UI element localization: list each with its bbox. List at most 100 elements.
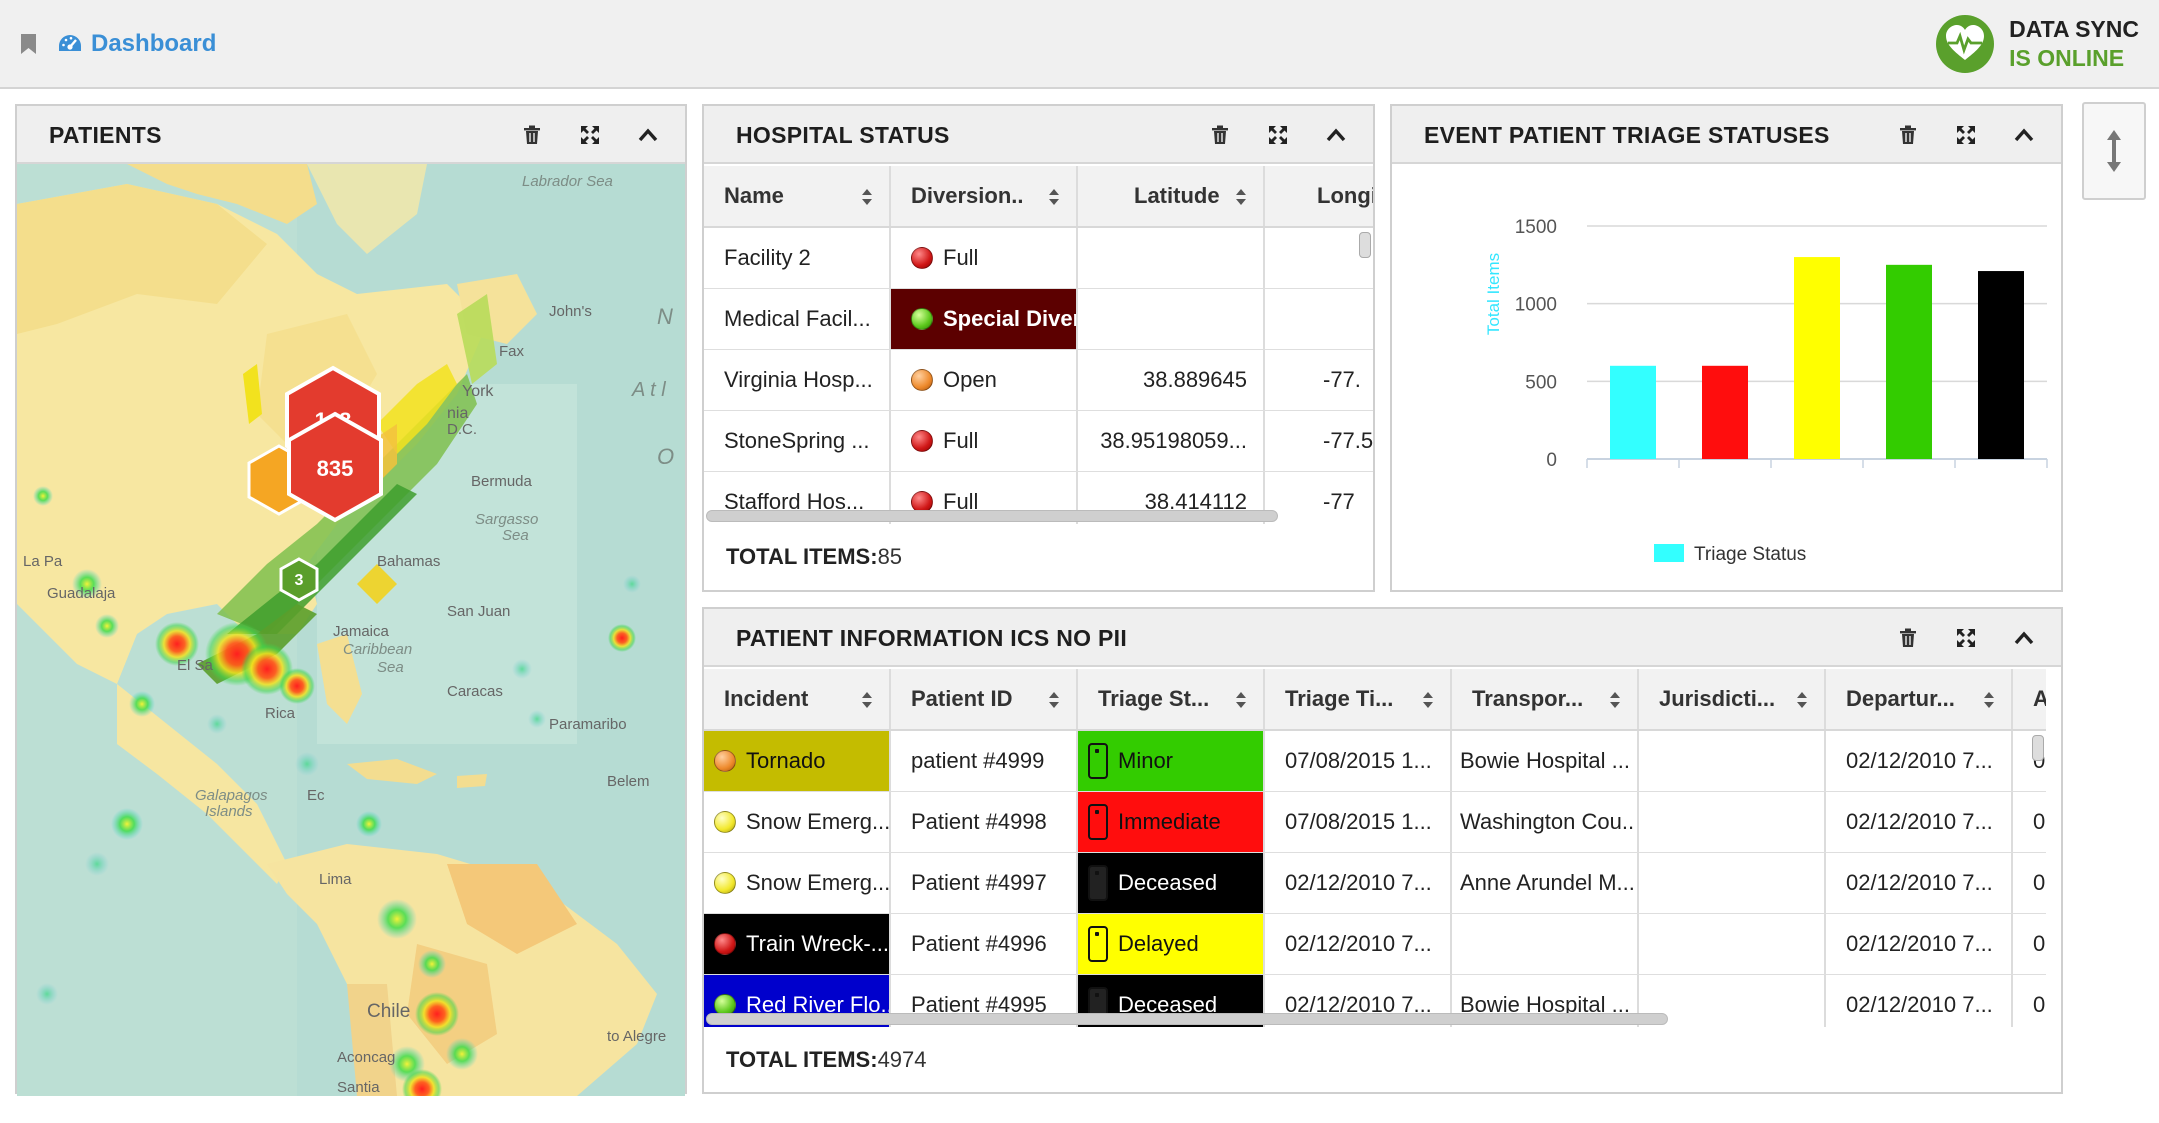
table-row[interactable]: Virginia Hosp... Open 38.889645 -77. <box>704 350 1373 411</box>
collapse-button[interactable] <box>2009 120 2039 150</box>
total-items: TOTAL ITEMS:4974 <box>726 1047 927 1073</box>
column-header-triage-time[interactable]: Triage Ti... <box>1265 669 1452 729</box>
panel-title: PATIENT INFORMATION ICS NO PII <box>736 625 1128 651</box>
table-header: Name Diversion.. Latitude Longi <box>704 166 1373 228</box>
vertical-scrollbar[interactable] <box>2032 735 2044 761</box>
collapse-button[interactable] <box>633 120 663 150</box>
column-label: Departur... <box>1846 686 1955 711</box>
map-label: Labrador Sea <box>522 173 613 190</box>
chart-bar[interactable] <box>1978 271 2024 459</box>
patient-info-panel: PATIENT INFORMATION ICS NO PII Incident … <box>702 607 2063 1094</box>
status-ball-icon <box>911 247 933 269</box>
diversion-text: Full <box>943 245 979 270</box>
column-header-triage-status[interactable]: Triage St... <box>1078 669 1265 729</box>
cell-triage-time: 07/08/2015 1... <box>1265 792 1452 852</box>
incident-ball-icon <box>714 750 736 772</box>
column-header-patient-id[interactable]: Patient ID <box>891 669 1078 729</box>
cell-triage-status: Delayed <box>1078 914 1265 974</box>
patients-map[interactable]: 3 148 835 Labrador Sea N A t l O John's … <box>17 164 685 1096</box>
expand-button[interactable] <box>1951 623 1981 653</box>
expand-button[interactable] <box>1263 120 1293 150</box>
delete-button[interactable] <box>1893 120 1923 150</box>
table-row[interactable]: StoneSpring ... Full 38.95198059... -77.533 <box>704 411 1373 472</box>
incident-text: Snow Emerg... <box>746 870 891 895</box>
column-label: Longi <box>1317 183 1373 208</box>
cell-patient-id: Patient #4996 <box>891 914 1078 974</box>
resize-handle[interactable] <box>2082 102 2146 200</box>
chart-bar[interactable] <box>1794 257 1840 459</box>
column-header-name[interactable]: Name <box>704 166 891 226</box>
table-row[interactable]: Snow Emerg... Patient #4998 Immediate 07/08… <box>704 792 2046 853</box>
sort-icon <box>1610 692 1620 708</box>
table-row[interactable]: Tornado patient #4999 Minor 07/08/2015 1...… <box>704 731 2046 792</box>
delete-button[interactable] <box>1893 623 1923 653</box>
patient-info-table: Incident Patient ID Triage St... Triage … <box>704 669 2046 1027</box>
cell-name: StoneSpring ... <box>704 411 891 471</box>
table-row[interactable]: Medical Facil... Special Diver... <box>704 289 1373 350</box>
bookmark-icon[interactable] <box>20 33 37 55</box>
chart-bar[interactable] <box>1886 264 1932 459</box>
y-tick-label: 500 <box>1525 372 1557 393</box>
column-header-latitude[interactable]: Latitude <box>1078 166 1265 226</box>
column-header-arrival[interactable]: Ar <box>2013 669 2046 729</box>
triage-chart-panel: EVENT PATIENT TRIAGE STATUSES Total Item… <box>1390 104 2063 592</box>
patients-panel: PATIENTS 3 835 Labrador Sea N A t l O Jo… <box>15 104 687 1096</box>
map-label: La Pa <box>23 553 63 570</box>
expand-button[interactable] <box>1951 120 1981 150</box>
column-label: Incident <box>724 686 809 711</box>
y-tick-label: 0 <box>1546 450 1557 471</box>
expand-button[interactable] <box>575 120 605 150</box>
cell-patient-id: patient #4999 <box>891 731 1078 791</box>
horizontal-scrollbar[interactable] <box>706 510 1278 522</box>
column-header-departure[interactable]: Departur... <box>1826 669 2013 729</box>
cell-triage-status: Deceased <box>1078 853 1265 913</box>
dashboard-label: Dashboard <box>91 30 217 57</box>
table-row[interactable]: Train Wreck-... Patient #4996 Delayed 02/12… <box>704 914 2046 975</box>
delete-button[interactable] <box>1205 120 1235 150</box>
vertical-scrollbar[interactable] <box>1359 232 1371 258</box>
table-row[interactable]: Facility 2 Full <box>704 228 1373 289</box>
trash-icon <box>1900 125 1916 144</box>
cluster-count: 3 <box>295 572 304 589</box>
cell-transport: Washington Cou.. <box>1452 792 1639 852</box>
cell-triage-time: 02/12/2010 7... <box>1265 914 1452 974</box>
delete-button[interactable] <box>517 120 547 150</box>
map-label: Sea <box>377 659 404 676</box>
cell-arrival: 0 <box>2033 931 2046 956</box>
column-header-jurisdiction[interactable]: Jurisdicti... <box>1639 669 1826 729</box>
map-label: York <box>462 383 494 400</box>
sort-icon <box>1236 692 1246 708</box>
collapse-button[interactable] <box>2009 623 2039 653</box>
column-header-diversion[interactable]: Diversion.. <box>891 166 1078 226</box>
expand-icon <box>1957 126 1975 144</box>
column-header-incident[interactable]: Incident <box>704 669 891 729</box>
expand-icon <box>1957 629 1975 647</box>
table-row[interactable]: Snow Emerg... Patient #4997 Deceased 02/12/… <box>704 853 2046 914</box>
column-header-longitude[interactable]: Longi <box>1265 166 1373 226</box>
cell-transport: Bowie Hospital ... <box>1452 731 1639 791</box>
chart-bar[interactable] <box>1702 365 1748 459</box>
column-header-transport[interactable]: Transpor... <box>1452 669 1639 729</box>
trash-icon <box>524 125 540 144</box>
dashboard-link[interactable]: Dashboard <box>57 26 216 62</box>
sort-icon <box>1049 189 1059 205</box>
map-label: Belem <box>607 773 650 790</box>
cluster-marker[interactable]: 3 <box>279 557 319 602</box>
expand-icon <box>1269 126 1287 144</box>
cell-jurisdiction <box>1639 792 1826 852</box>
collapse-button[interactable] <box>1321 120 1351 150</box>
map-label: Islands <box>205 803 253 820</box>
triage-tag-icon <box>1088 926 1108 962</box>
cell-departure: 02/12/2010 7... <box>1826 853 2013 913</box>
map-label: Rica <box>265 705 296 722</box>
triage-text: Deceased <box>1118 870 1218 895</box>
map-label: San Juan <box>447 603 510 620</box>
horizontal-scrollbar[interactable] <box>706 1013 1668 1025</box>
chart-bar[interactable] <box>1610 365 1656 459</box>
status-ball-icon <box>911 308 933 330</box>
legend-label[interactable]: Triage Status <box>1694 544 1806 565</box>
sort-icon <box>862 189 872 205</box>
top-bar: Dashboard DATA SYNC IS ONLINE <box>0 0 2159 89</box>
map-label: to Alegre <box>607 1028 666 1045</box>
map-label: Bermuda <box>471 473 533 490</box>
